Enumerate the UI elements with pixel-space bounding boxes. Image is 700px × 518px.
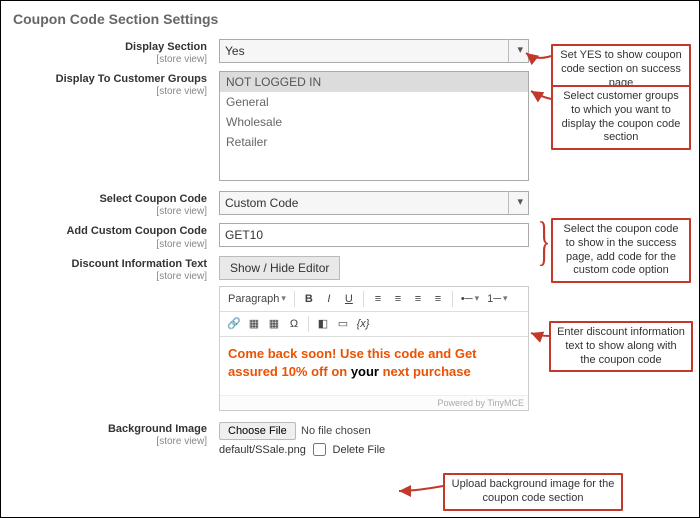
- scope-label: [store view]: [13, 271, 207, 282]
- label-customer-groups: Display To Customer Groups: [13, 73, 207, 86]
- align-left-icon[interactable]: ≡: [368, 289, 388, 309]
- select-coupon-select[interactable]: Custom Code: [219, 191, 529, 215]
- callout-customer-groups: Select customer groups to which you want…: [551, 85, 691, 150]
- scope-label: [store view]: [13, 239, 207, 250]
- number-list-icon[interactable]: 1─: [483, 289, 511, 309]
- align-center-icon[interactable]: ≡: [388, 289, 408, 309]
- image-icon[interactable]: ▦: [244, 314, 264, 334]
- editor-content[interactable]: Come back soon! Use this code and Get as…: [220, 337, 528, 395]
- option-wholesale[interactable]: Wholesale: [220, 112, 528, 132]
- current-file-name: default/SSale.png: [219, 444, 306, 456]
- editor-text-suffix: next purchase: [379, 364, 471, 379]
- callout-select-coupon: Select the coupon code to show in the su…: [551, 218, 691, 283]
- choose-file-button[interactable]: Choose File: [219, 422, 296, 440]
- option-not-logged-in[interactable]: NOT LOGGED IN: [220, 72, 528, 92]
- option-retailer[interactable]: Retailer: [220, 132, 528, 152]
- customer-groups-multiselect[interactable]: NOT LOGGED IN General Wholesale Retailer: [219, 71, 529, 181]
- custom-coupon-input[interactable]: [219, 223, 529, 247]
- align-justify-icon[interactable]: ≡: [428, 289, 448, 309]
- label-bg-image: Background Image: [13, 423, 207, 436]
- media-icon[interactable]: ▭: [333, 314, 353, 334]
- editor-toolbar-2: 🔗 ▦ ▦ Ω ◧ ▭ {x}: [220, 312, 528, 337]
- align-right-icon[interactable]: ≡: [408, 289, 428, 309]
- scope-label: [store view]: [13, 436, 207, 447]
- option-general[interactable]: General: [220, 92, 528, 112]
- table-icon[interactable]: ▦: [264, 314, 284, 334]
- callout-bg-image: Upload background image for the coupon c…: [443, 473, 623, 511]
- widget-icon[interactable]: ◧: [313, 314, 333, 334]
- brace-icon: }: [537, 220, 550, 263]
- editor-footer: Powered by TinyMCE: [220, 395, 528, 410]
- label-select-coupon: Select Coupon Code: [13, 193, 207, 206]
- underline-icon[interactable]: U: [339, 289, 359, 309]
- scope-label: [store view]: [13, 206, 207, 217]
- label-add-custom: Add Custom Coupon Code: [13, 225, 207, 238]
- toggle-editor-button[interactable]: Show / Hide Editor: [219, 256, 340, 280]
- rich-text-editor: Paragraph B I U ≡ ≡ ≡ ≡ •─ 1─ 🔗 ▦: [219, 286, 529, 411]
- bullet-list-icon[interactable]: •─: [457, 289, 483, 309]
- label-discount-info: Discount Information Text: [13, 258, 207, 271]
- editor-toolbar: Paragraph B I U ≡ ≡ ≡ ≡ •─ 1─: [220, 287, 528, 312]
- page-title: Coupon Code Section Settings: [13, 11, 687, 27]
- special-char-icon[interactable]: Ω: [284, 314, 304, 334]
- link-icon[interactable]: 🔗: [224, 314, 244, 334]
- bold-icon[interactable]: B: [299, 289, 319, 309]
- scope-label: [store view]: [13, 86, 207, 97]
- variable-icon[interactable]: {x}: [353, 314, 373, 334]
- paragraph-select[interactable]: Paragraph: [224, 289, 290, 309]
- delete-file-label: Delete File: [333, 444, 386, 456]
- scope-label: [store view]: [13, 54, 207, 65]
- editor-text-bold: your: [351, 364, 379, 379]
- italic-icon[interactable]: I: [319, 289, 339, 309]
- callout-discount-text: Enter discount information text to show …: [549, 321, 693, 372]
- no-file-label: No file chosen: [301, 425, 371, 437]
- delete-file-checkbox[interactable]: [313, 443, 326, 456]
- display-section-select[interactable]: Yes: [219, 39, 529, 63]
- label-display-section: Display Section: [13, 41, 207, 54]
